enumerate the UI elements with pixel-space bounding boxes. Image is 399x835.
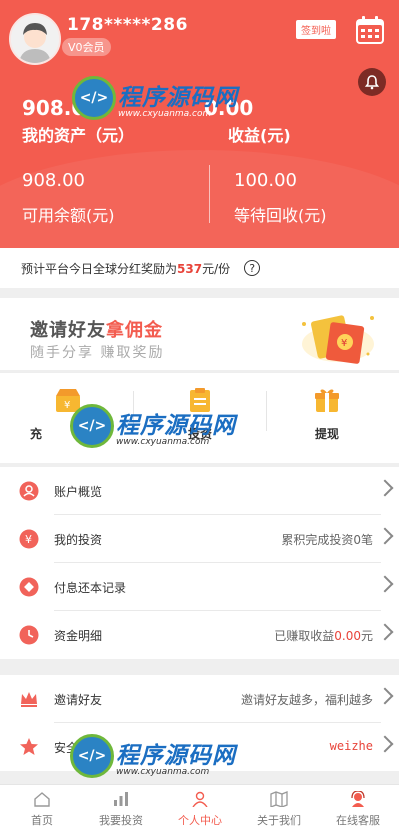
invite-hint: 邀请好友越多，福利越多: [240, 693, 373, 707]
total-assets-label: 我的资产（元）: [22, 126, 135, 145]
bottom-tab-bar: 首页 我要投资 个人中心 关于我们 在线客服: [0, 784, 399, 835]
tab-label: 个人中心: [178, 814, 222, 827]
diamond-icon: [19, 577, 39, 597]
notice-suffix: 元/份: [202, 261, 231, 276]
watermark-text: 程序源码网: [116, 412, 236, 439]
withdraw-label: 提现: [314, 427, 339, 441]
notice-amount: 537: [177, 261, 203, 276]
chevron-right-icon: [376, 575, 394, 593]
menu-label: 邀请好友: [54, 693, 103, 707]
service-icon: [351, 790, 365, 807]
invite-title: 邀请好友: [30, 320, 106, 341]
bars-icon: [114, 792, 128, 806]
tab-label: 关于我们: [257, 814, 301, 827]
watermark-logo: </>: [72, 76, 116, 120]
member-level-badge: V0会员: [62, 38, 111, 56]
crown-icon: [21, 692, 37, 707]
tab-invest[interactable]: 我要投资: [86, 791, 156, 828]
available-balance-value: 908.00: [22, 170, 85, 191]
balance-divider: [209, 165, 210, 223]
watermark-text: 程序源码网: [116, 742, 236, 769]
tab-home[interactable]: 首页: [7, 791, 77, 828]
yen-icon: ¥: [19, 529, 39, 549]
help-icon[interactable]: ?: [244, 260, 261, 276]
menu-label: 账户概览: [54, 485, 103, 499]
tab-service[interactable]: 在线客服: [323, 790, 393, 828]
earned-income: 已赚取收益0.00元: [274, 629, 373, 643]
user-phone: 178*****286: [67, 15, 188, 35]
watermark-logo: </>: [70, 734, 114, 778]
calendar-icon[interactable]: [354, 14, 386, 46]
home-icon: [34, 792, 50, 807]
invite-subtitle: 随手分享 赚取奖励: [30, 345, 165, 361]
watermark-url: www.cxyuanma.com: [116, 766, 210, 777]
red-envelope-icon: ¥: [302, 315, 374, 364]
star-icon: [20, 738, 38, 755]
watermark-text: 程序源码网: [118, 84, 238, 111]
security-username: weizhe: [329, 739, 373, 753]
invite-title-highlight: 拿佣金: [106, 320, 163, 341]
menu-invite-friends[interactable]: 邀请好友 邀请好友越多，福利越多: [0, 675, 399, 723]
watermark-logo: </>: [70, 404, 114, 448]
chevron-right-icon: [376, 479, 394, 497]
clock-icon: [19, 625, 39, 645]
tab-about[interactable]: 关于我们: [244, 791, 314, 828]
tab-profile[interactable]: 个人中心: [165, 791, 235, 828]
menu-account-overview[interactable]: 账户概览: [0, 467, 399, 515]
notice-prefix: 预计平台今日全球分红奖励为: [21, 261, 178, 276]
header-wave: [0, 150, 399, 248]
person-icon: [192, 791, 208, 808]
chevron-right-icon: [376, 687, 394, 705]
profile-header: 178*****286 V0会员 签到啦 908.00 我的资产（元） 0.00…: [0, 0, 399, 248]
bell-icon[interactable]: [358, 68, 386, 96]
avatar[interactable]: [9, 13, 61, 65]
investment-count: 累积完成投资0笔: [281, 533, 373, 547]
watermark: </> 程序源码网 www.cxyuanma.com: [70, 404, 236, 448]
chevron-right-icon: [376, 623, 394, 641]
user-icon: [19, 481, 39, 501]
withdraw-button[interactable]: 提现: [287, 387, 367, 442]
watermark: </> 程序源码网 www.cxyuanma.com: [70, 734, 236, 778]
tab-label: 首页: [31, 814, 53, 827]
pending-label: 等待回收(元): [234, 206, 327, 225]
available-balance-label: 可用余额(元): [22, 206, 115, 225]
chevron-right-icon: [376, 735, 394, 753]
account-menu: 账户概览 ¥ 我的投资 累积完成投资0笔 付息还本记录 资金明细 已赚取收益0.…: [0, 467, 399, 659]
chevron-right-icon: [376, 527, 394, 545]
dividend-notice: 预计平台今日全球分红奖励为537元/份 ?: [0, 248, 399, 288]
menu-label: 我的投资: [54, 533, 103, 547]
watermark: </> 程序源码网 www.cxyuanma.com: [72, 76, 238, 120]
invite-banner[interactable]: 邀请好友拿佣金 随手分享 赚取奖励 ¥: [0, 298, 399, 370]
menu-my-investment[interactable]: ¥ 我的投资 累积完成投资0笔: [0, 515, 399, 563]
pending-value: 100.00: [234, 170, 297, 191]
tab-label: 我要投资: [99, 814, 143, 827]
svg-text:¥: ¥: [341, 338, 347, 349]
watermark-url: www.cxyuanma.com: [116, 436, 210, 447]
menu-interest-records[interactable]: 付息还本记录: [0, 563, 399, 611]
sign-in-button[interactable]: 签到啦: [296, 20, 336, 39]
menu-label: 付息还本记录: [54, 581, 127, 595]
map-icon: [270, 791, 288, 808]
menu-fund-details[interactable]: 资金明细 已赚取收益0.00元: [0, 611, 399, 659]
watermark-url: www.cxyuanma.com: [118, 108, 212, 119]
tab-label: 在线客服: [336, 814, 380, 827]
svg-text:¥: ¥: [25, 533, 32, 546]
menu-label: 资金明细: [54, 629, 103, 643]
earnings-label: 收益(元): [228, 126, 291, 145]
gift-icon: [315, 389, 339, 412]
